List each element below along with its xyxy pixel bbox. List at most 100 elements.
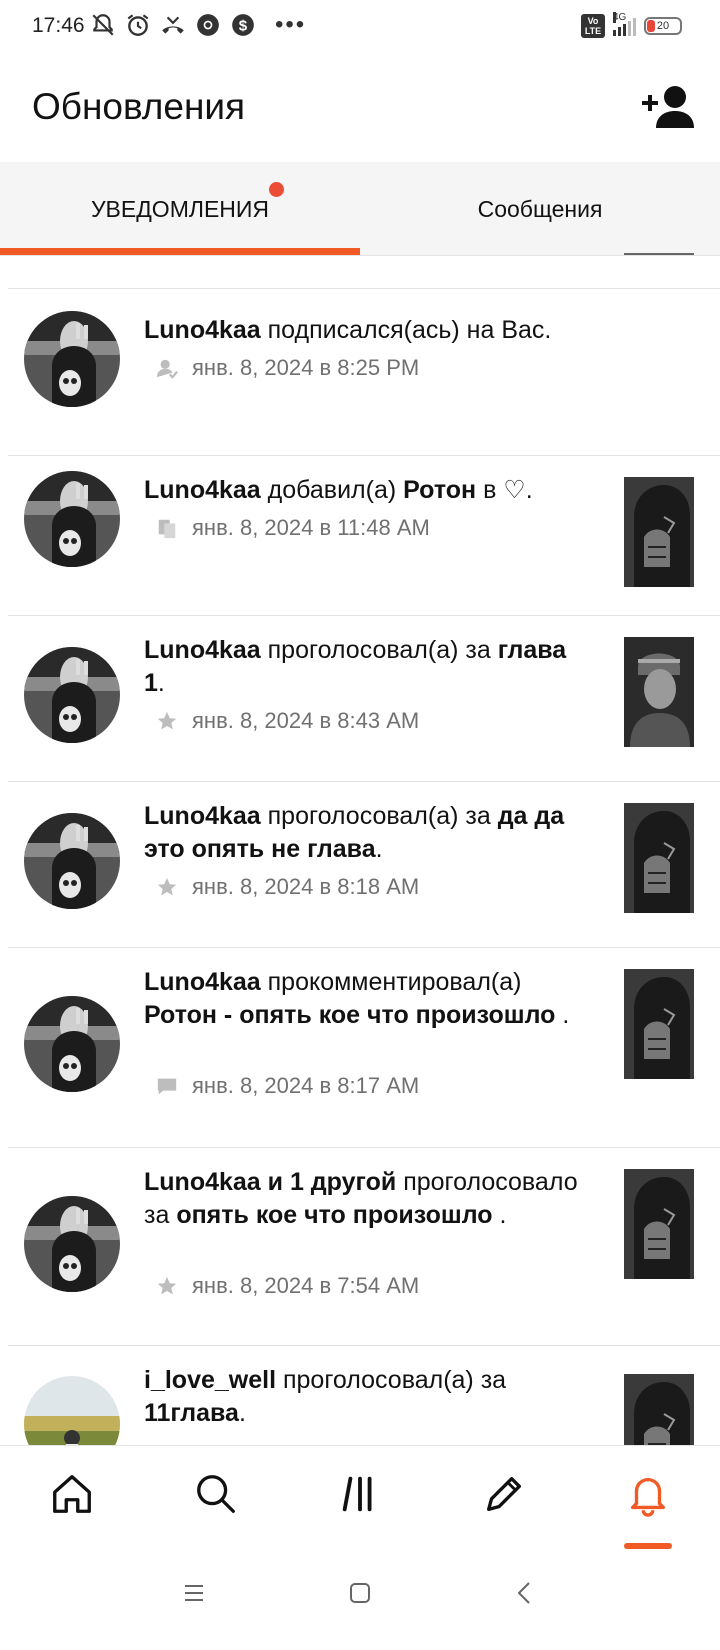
notification-item[interactable]: Luno4kaa проголосовал(а) за глава 1. янв.… [0,616,720,782]
notification-meta: янв. 8, 2024 в 8:17 AM [156,1073,419,1099]
status-icons-right: Vo LTE 4G 20 [581,12,682,38]
notification-meta: янв. 8, 2024 в 8:18 AM [156,874,419,900]
tab-messages-label: Сообщения [477,195,603,222]
timestamp: янв. 8, 2024 в 8:43 AM [192,708,420,733]
avatar[interactable] [24,813,120,909]
notification-meta: янв. 8, 2024 в 11:48 AM [156,515,430,541]
add-user-icon [642,86,694,128]
bold-segment: Luno4kaa [144,636,261,664]
avatar[interactable] [24,311,120,407]
notification-item[interactable]: Luno4kaa добавил(а) Ротон в ♡. янв. 8, 20… [0,456,720,616]
story-cover-thumbnail[interactable] [624,1169,694,1279]
network-label: 4G [613,12,627,23]
notification-text: i_love_well проголосовал(а) за 11глава. [144,1364,584,1430]
notification-text: Luno4kaa и 1 другой проголосовало за опя… [144,1166,584,1232]
notification-text: Luno4kaa добавил(а) Ротон в ♡. [144,474,584,507]
chrome-icon [197,14,219,36]
nav-search[interactable] [190,1468,242,1520]
bold-segment: i_love_well [144,1366,277,1394]
star-icon [156,710,178,732]
story-cover-thumbnail[interactable] [624,637,694,747]
notification-text: Luno4kaa подписался(ась) на Вас. [144,314,584,347]
bold-segment: Ротон - опять кое что произошло [144,1001,563,1029]
unread-badge [269,181,285,197]
bold-segment: опять кое что произошло [176,1201,500,1229]
avatar[interactable] [24,1376,120,1446]
library-add-icon [156,517,178,539]
notification-item[interactable]: Luno4kaa и 1 другой проголосовало за опя… [0,1148,720,1346]
dollar-icon: $ [232,14,254,36]
search-icon [197,1475,235,1513]
add-user-button[interactable] [640,82,696,132]
nav-home[interactable] [46,1468,98,1520]
text-segment: подписался(ась) на Вас. [260,316,552,344]
tab-notifications-label: Уведомления [91,181,285,223]
bold-segment: Luno4kaa и 1 другой [144,1168,397,1196]
muted-bell-icon [92,14,114,36]
bottom-nav [0,1445,720,1549]
story-cover-thumbnail[interactable] [624,969,694,1079]
notification-meta: янв. 8, 2024 в 7:54 AM [156,1273,419,1299]
text-segment: проголосовал(а) за [260,802,498,830]
status-bar: 17:46 $ ••• Vo LTE 4G 20 [0,0,720,56]
notification-item[interactable]: i_love_well проголосовал(а) за 11глава. [0,1346,720,1446]
system-menu-button[interactable] [174,1573,214,1613]
tab-messages[interactable]: Сообщения [360,162,720,256]
volte-icon: Vo LTE [581,14,605,38]
bell-icon [630,1478,666,1517]
timestamp: янв. 8, 2024 в 8:17 AM [192,1073,420,1098]
status-icons-left: $ ••• [90,12,306,38]
text-segment: проголосовал(а) за [260,636,498,664]
library-icon [342,1476,372,1512]
avatar[interactable] [24,647,120,743]
text-segment: проголосовал(а) за [276,1366,507,1394]
menu-icon [185,1585,203,1601]
system-nav-bar [0,1549,720,1650]
signal-icon: 4G [613,12,636,36]
notification-text: Luno4kaa проголосовал(а) за глава 1. [144,634,584,700]
system-home-button[interactable] [340,1573,380,1613]
avatar[interactable] [24,1196,120,1292]
timestamp: янв. 8, 2024 в 7:54 AM [192,1273,420,1298]
follow-icon [156,357,178,379]
story-cover-thumbnail[interactable] [624,477,694,587]
text-segment: . [499,1201,507,1229]
bold-segment: Luno4kaa [144,802,261,830]
bold-segment: Ротон [403,476,477,504]
avatar[interactable] [24,996,120,1092]
story-cover-thumbnail[interactable] [624,803,694,913]
nav-write[interactable] [478,1468,530,1520]
text-segment: в ♡. [476,476,533,504]
story-cover-thumbnail[interactable] [624,1374,694,1446]
notification-item[interactable]: Luno4kaa подписался(ась) на Вас. янв. 8, … [0,296,720,456]
notification-list[interactable]: Luno4kaa подписался(ась) на Вас. янв. 8, … [0,256,720,1446]
avatar[interactable] [24,471,120,567]
nav-library[interactable] [334,1468,386,1520]
notification-text: Luno4kaa проголосовал(а) за да да это оп… [144,800,584,866]
text-segment: . [238,1399,246,1427]
home-icon [53,1475,91,1513]
bold-segment: Luno4kaa [144,968,261,996]
star-icon [156,1275,178,1297]
home-square-icon [350,1583,370,1603]
notification-meta: янв. 8, 2024 в 8:43 AM [156,708,419,734]
back-icon [517,1582,530,1604]
text-segment: . [157,669,165,697]
bold-segment: 11глава [144,1399,239,1427]
bold-segment: Luno4kaa [144,476,261,504]
header: Обновления [0,56,720,162]
status-time: 17:46 [32,14,85,37]
tab-notifications[interactable]: Уведомления [0,162,360,256]
timestamp: янв. 8, 2024 в 8:18 AM [192,874,420,899]
battery-level: 20 [656,20,670,32]
timestamp: янв. 8, 2024 в 8:25 PM [192,355,420,380]
svg-text:$: $ [239,17,248,34]
timestamp: янв. 8, 2024 в 11:48 AM [192,515,430,540]
notification-item[interactable]: Luno4kaa прокомментировал(а) Ротон - опя… [0,948,720,1148]
nav-notifications[interactable] [622,1468,674,1520]
battery-icon: 20 [644,17,682,35]
notification-meta: янв. 8, 2024 в 8:25 PM [156,355,419,381]
star-icon [156,876,178,898]
notification-item[interactable]: Luno4kaa проголосовал(а) за да да это оп… [0,782,720,948]
system-back-button[interactable] [504,1573,544,1613]
